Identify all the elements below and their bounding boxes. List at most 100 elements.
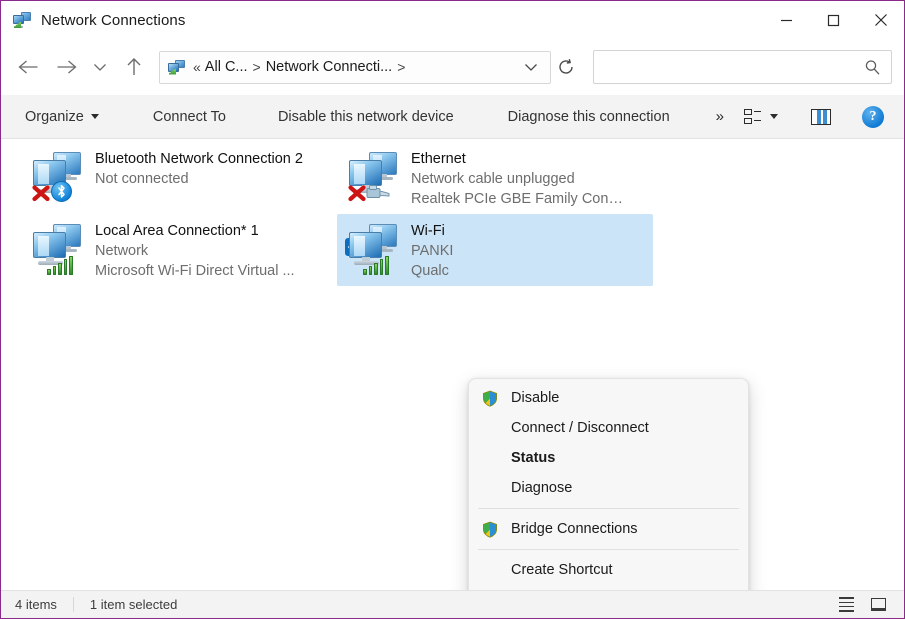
- status-selection: 1 item selected: [73, 597, 177, 612]
- network-adapter-icon: [347, 222, 403, 274]
- network-adapter-icon: [31, 222, 87, 274]
- context-menu: Disable Connect / Disconnect Status Diag…: [468, 378, 749, 590]
- connections-content-area[interactable]: Bluetooth Network Connection 2 Not conne…: [1, 139, 904, 590]
- view-list-icon: [744, 109, 761, 124]
- window-title: Network Connections: [41, 12, 185, 29]
- refresh-icon[interactable]: [551, 52, 581, 82]
- menu-item-delete: Delete: [469, 585, 748, 590]
- command-bar-right: ?: [738, 102, 904, 132]
- breadcrumb-segment-network-connections[interactable]: Network Connecti...: [266, 59, 393, 75]
- title-bar-left: Network Connections: [1, 12, 185, 29]
- window-controls: [763, 1, 904, 39]
- search-box[interactable]: [593, 50, 892, 84]
- status-bar-view-buttons: [832, 594, 904, 616]
- status-item-count: 4 items: [15, 597, 57, 612]
- shield-icon: [477, 519, 503, 539]
- address-bar[interactable]: « All C... > Network Connecti... >: [159, 51, 551, 84]
- network-connections-window: Network Connections: [0, 0, 905, 619]
- connection-name: Bluetooth Network Connection 2: [95, 149, 303, 169]
- connection-device: Qualc: [411, 261, 453, 281]
- menu-icon-placeholder: [477, 478, 503, 498]
- diagnose-connection-button[interactable]: Diagnose this connection: [500, 102, 678, 132]
- menu-item-bridge-connections[interactable]: Bridge Connections: [469, 514, 748, 544]
- search-input[interactable]: [604, 59, 864, 75]
- menu-item-label: Connect / Disconnect: [511, 420, 649, 436]
- breadcrumb-separator-1[interactable]: >: [248, 59, 266, 75]
- red-x-icon: [347, 183, 367, 203]
- menu-item-diagnose[interactable]: Diagnose: [469, 473, 748, 503]
- menu-item-create-shortcut[interactable]: Create Shortcut: [469, 555, 748, 585]
- ethernet-plug-icon: [366, 184, 391, 201]
- up-icon[interactable]: [115, 48, 153, 86]
- command-bar: Organize Connect To Disable this network…: [1, 95, 904, 139]
- help-button[interactable]: ?: [854, 102, 892, 132]
- organize-label: Organize: [25, 109, 84, 125]
- bluetooth-icon: [51, 181, 72, 202]
- connection-name: Local Area Connection* 1: [95, 221, 295, 241]
- close-button[interactable]: [857, 1, 904, 39]
- forward-icon[interactable]: [47, 48, 85, 86]
- list-item-wifi-selected[interactable]: Wi-Fi PANKI Qualc: [337, 214, 653, 286]
- menu-item-label: Disable: [511, 390, 559, 406]
- list-item[interactable]: Ethernet Network cable unplugged Realtek…: [337, 142, 653, 214]
- breadcrumb-overflow-chevron[interactable]: «: [191, 59, 205, 75]
- view-options-button[interactable]: [738, 102, 784, 132]
- connect-to-button[interactable]: Connect To: [145, 102, 234, 132]
- recent-locations-chevron-down-icon[interactable]: [85, 48, 115, 86]
- network-adapter-icon: [31, 150, 87, 202]
- chevron-down-icon: [91, 114, 99, 119]
- menu-icon-placeholder: [477, 560, 503, 580]
- menu-item-connect-disconnect[interactable]: Connect / Disconnect: [469, 413, 748, 443]
- network-connections-icon: [13, 12, 31, 28]
- connections-grid: Bluetooth Network Connection 2 Not conne…: [21, 142, 681, 286]
- large-icons-view-icon: [871, 598, 886, 611]
- menu-item-label: Bridge Connections: [511, 521, 638, 537]
- menu-icon-placeholder: [477, 418, 503, 438]
- shield-icon: [477, 388, 503, 408]
- maximize-button[interactable]: [810, 1, 857, 39]
- view-chevron-down-icon: [770, 114, 778, 119]
- connection-name: Ethernet: [411, 149, 623, 169]
- overflow-chevrons-icon[interactable]: »: [708, 102, 732, 132]
- details-view-button[interactable]: [832, 594, 860, 616]
- list-item[interactable]: Bluetooth Network Connection 2 Not conne…: [21, 142, 337, 214]
- help-icon: ?: [862, 106, 884, 128]
- list-item-text: Wi-Fi PANKI Qualc: [411, 220, 453, 281]
- list-item-text: Ethernet Network cable unplugged Realtek…: [411, 148, 623, 209]
- connection-status: Not connected: [95, 169, 303, 189]
- minimize-button[interactable]: [763, 1, 810, 39]
- list-item-text: Bluetooth Network Connection 2 Not conne…: [95, 148, 303, 189]
- menu-item-status[interactable]: Status: [469, 443, 748, 473]
- connection-name: Wi-Fi: [411, 221, 453, 241]
- menu-separator: [478, 549, 739, 550]
- signal-bars-icon: [47, 255, 73, 275]
- menu-item-label: Diagnose: [511, 480, 572, 496]
- connection-device: Realtek PCIe GBE Family Contr...: [411, 189, 623, 209]
- menu-item-label: Status: [511, 450, 555, 466]
- red-x-icon: [31, 183, 51, 203]
- search-icon[interactable]: [864, 59, 881, 76]
- title-bar: Network Connections: [1, 1, 904, 39]
- menu-item-disable[interactable]: Disable: [469, 383, 748, 413]
- connection-device: Microsoft Wi-Fi Direct Virtual ...: [95, 261, 295, 281]
- breadcrumb-network-icon: [168, 60, 185, 75]
- menu-icon-placeholder: [477, 448, 503, 468]
- connection-status: PANKI: [411, 241, 453, 261]
- details-view-icon: [839, 597, 854, 611]
- large-icons-view-button[interactable]: [864, 594, 892, 616]
- disable-network-device-button[interactable]: Disable this network device: [270, 102, 462, 132]
- connection-status: Network cable unplugged: [411, 169, 623, 189]
- back-icon[interactable]: [9, 48, 47, 86]
- signal-bars-icon: [363, 255, 389, 275]
- connection-status: Network: [95, 241, 295, 261]
- preview-pane-button[interactable]: [800, 102, 842, 132]
- breadcrumb-separator-2[interactable]: >: [392, 59, 410, 75]
- organize-button[interactable]: Organize: [17, 102, 107, 132]
- list-item[interactable]: Local Area Connection* 1 Network Microso…: [21, 214, 337, 286]
- breadcrumb-segment-all-control-panel[interactable]: All C...: [205, 59, 248, 75]
- preview-pane-icon: [811, 109, 831, 125]
- status-bar: 4 items 1 item selected: [1, 590, 904, 618]
- address-chevron-down-icon[interactable]: [516, 52, 546, 82]
- list-item-text: Local Area Connection* 1 Network Microso…: [95, 220, 295, 281]
- network-adapter-icon: [347, 150, 403, 202]
